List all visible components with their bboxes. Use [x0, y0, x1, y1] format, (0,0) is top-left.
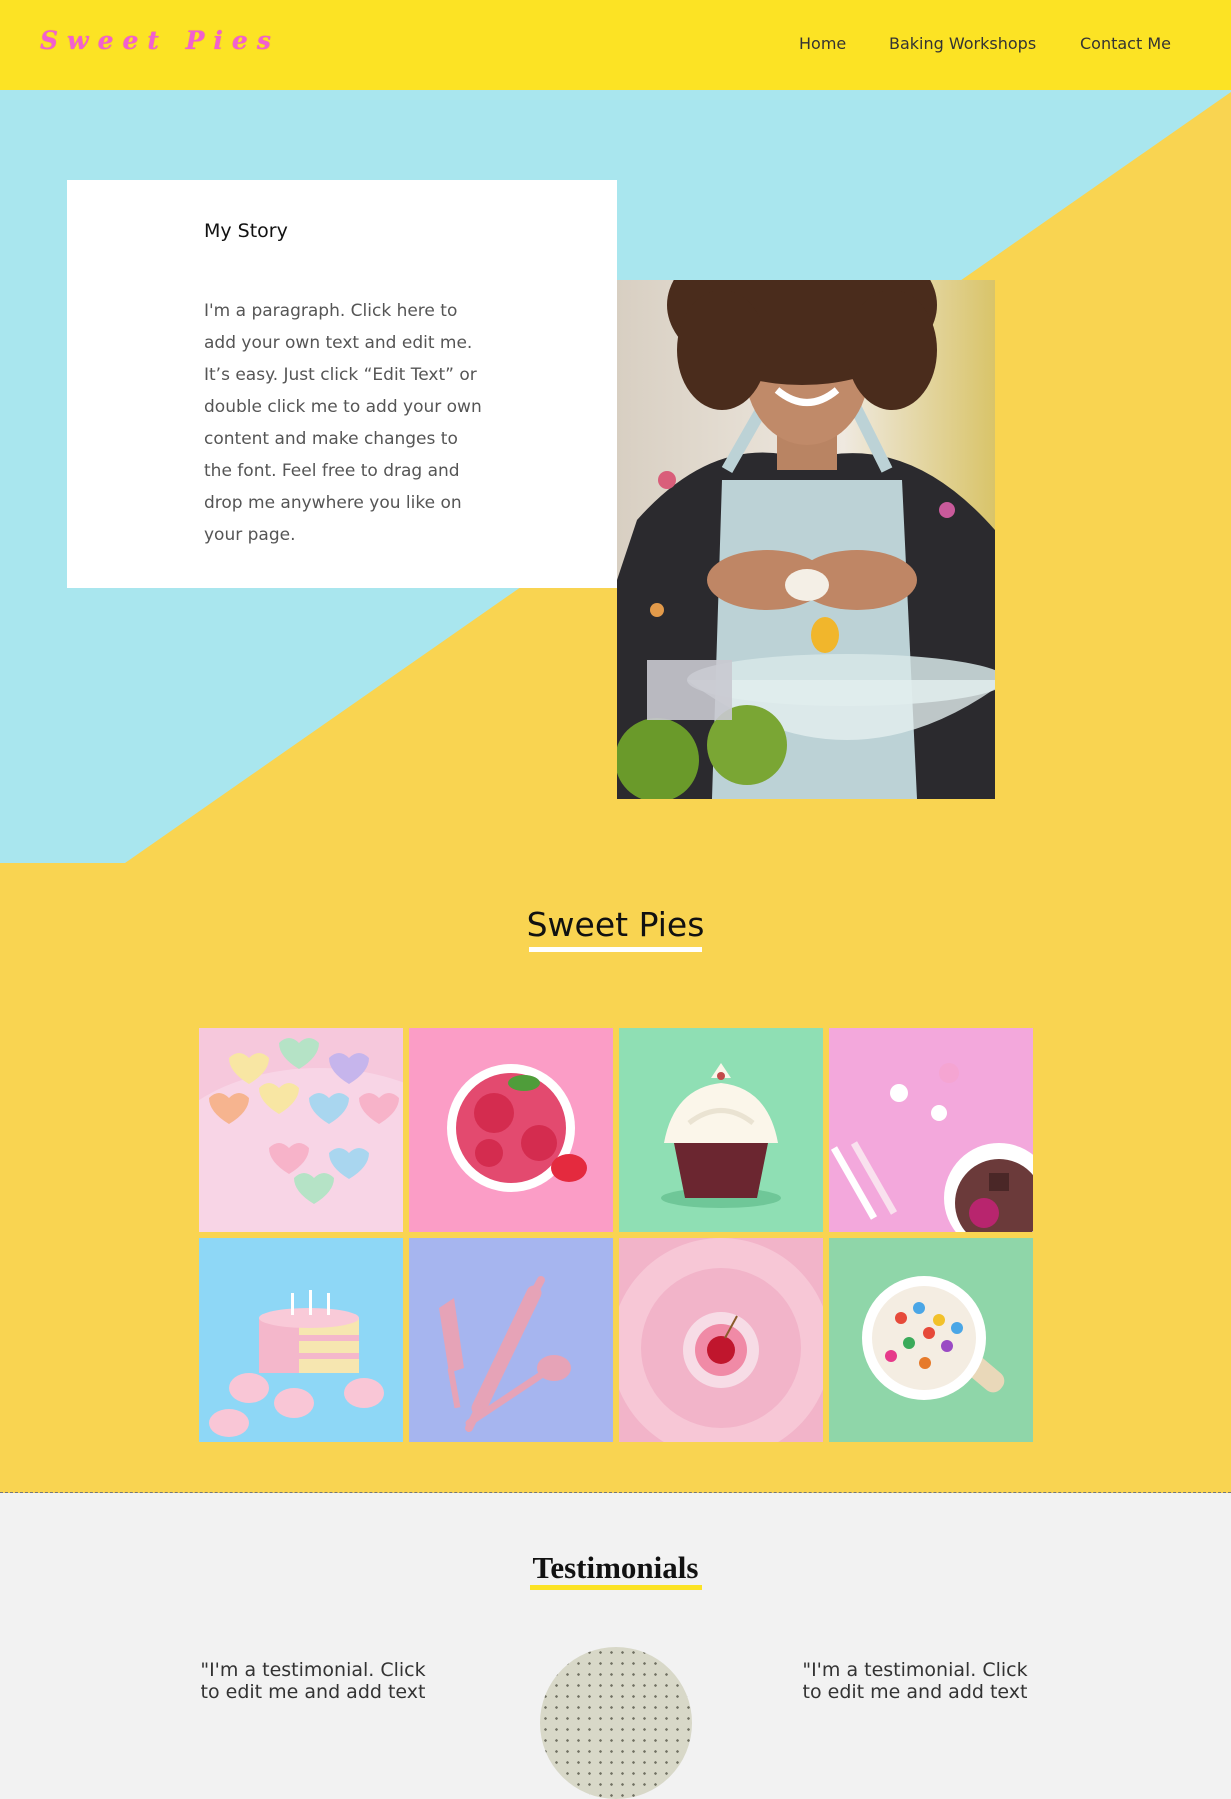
gallery-tile-meringues[interactable] [829, 1028, 1033, 1232]
gallery-tile-cupcake[interactable] [619, 1028, 823, 1232]
cherry-cupcake-icon [619, 1238, 823, 1442]
gallery-tile-candy-hearts[interactable] [199, 1028, 403, 1232]
gallery-title: Sweet Pies [526, 905, 705, 944]
baker-photo [617, 280, 995, 799]
birthday-cake-icon [199, 1238, 403, 1442]
nav-home[interactable]: Home [799, 34, 846, 53]
gallery-grid [199, 1028, 1033, 1442]
testimonials-title: Testimonials [532, 1550, 699, 1585]
gallery-title-underline [529, 947, 702, 952]
gallery-tile-cherry-cupcake[interactable] [619, 1238, 823, 1442]
candy-hearts-icon [199, 1028, 403, 1232]
meringues-icon [829, 1028, 1033, 1232]
testimonial-avatar [540, 1647, 692, 1799]
site-header: Sweet Pies Home Baking Workshops Contact… [0, 0, 1231, 90]
testimonial-left[interactable]: "I'm a testimonial. Click to edit me and… [198, 1659, 428, 1703]
gallery-tile-candy-ice-cream[interactable] [829, 1238, 1033, 1442]
candy-ice-cream-icon [829, 1238, 1033, 1442]
story-title: My Story [204, 220, 288, 242]
strawberry-ice-cream-icon [409, 1028, 613, 1232]
nav-contact-me[interactable]: Contact Me [1080, 34, 1171, 53]
nav-baking-workshops[interactable]: Baking Workshops [889, 34, 1036, 53]
baking-tools-icon [409, 1238, 613, 1442]
gallery-tile-baking-tools[interactable] [409, 1238, 613, 1442]
section-divider [0, 1492, 1231, 1493]
testimonials-title-underline [530, 1585, 702, 1590]
site-logo[interactable]: Sweet Pies [40, 26, 280, 55]
baker-photo-icon [617, 280, 995, 799]
cupcake-icon [619, 1028, 823, 1232]
story-paragraph[interactable]: I'm a paragraph. Click here to add your … [204, 295, 489, 551]
testimonial-right[interactable]: "I'm a testimonial. Click to edit me and… [800, 1659, 1030, 1703]
gallery-tile-birthday-cake[interactable] [199, 1238, 403, 1442]
gallery-tile-strawberry-ice-cream[interactable] [409, 1028, 613, 1232]
